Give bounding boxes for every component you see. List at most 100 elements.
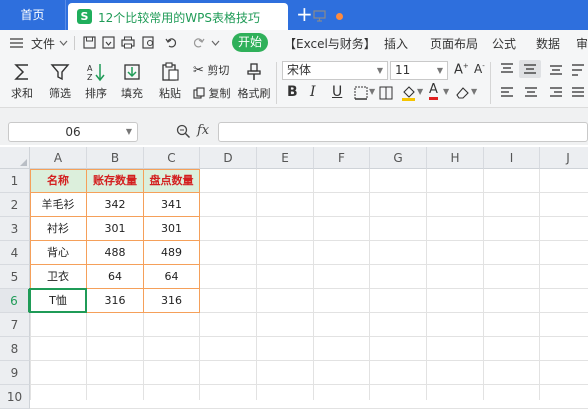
column-header[interactable]: J xyxy=(540,147,588,169)
chevron-down-icon[interactable]: ▼ xyxy=(471,87,477,96)
new-tab-button[interactable]: + xyxy=(296,4,313,24)
sort-az-icon: AZ xyxy=(87,64,105,82)
column-header[interactable]: H xyxy=(427,147,484,169)
font-name-select[interactable]: 宋体 ▼ xyxy=(282,61,388,80)
spreadsheet-grid[interactable]: A B C D E F G H I J 1 2 3 4 5 6 7 8 9 10 名称 账存数量 盘点数量 羊毛衫 342 341… xyxy=(0,147,588,409)
font-size-value: 11 xyxy=(395,63,411,77)
toolbar-divider xyxy=(490,62,491,104)
underline-button[interactable]: U xyxy=(332,84,342,100)
wrap-text-icon[interactable] xyxy=(570,62,586,76)
zoom-search-icon[interactable] xyxy=(176,124,191,139)
italic-button[interactable]: I xyxy=(310,84,316,100)
table-border-line xyxy=(30,192,200,193)
table-border-line xyxy=(30,216,200,217)
formula-bar: 06 ▼ fx xyxy=(0,119,588,145)
tab-excel-finance[interactable]: 【Excel与财务】 xyxy=(284,35,376,52)
align-middle-button[interactable] xyxy=(519,60,541,78)
align-top-icon[interactable] xyxy=(499,62,515,76)
chevron-down-icon[interactable]: ▼ xyxy=(443,87,449,96)
font-color-icon[interactable]: A xyxy=(429,83,438,100)
formula-input[interactable] xyxy=(218,122,588,142)
row-header[interactable]: 6 xyxy=(0,289,30,313)
undo-icon[interactable] xyxy=(165,36,178,49)
print-icon[interactable] xyxy=(121,36,135,49)
font-size-select[interactable]: 11 ▼ xyxy=(390,61,448,80)
increase-font-icon[interactable]: A+ xyxy=(454,62,469,77)
cut-button[interactable]: ✂ 剪切 xyxy=(193,62,233,78)
name-box-value: 06 xyxy=(65,125,81,139)
chevron-down-icon: ▼ xyxy=(376,66,383,75)
row-header[interactable]: 9 xyxy=(0,361,30,385)
tab-formula[interactable]: 公式 xyxy=(492,35,516,52)
column-header[interactable]: F xyxy=(314,147,370,169)
paintbrush-icon xyxy=(247,63,261,80)
align-right-icon[interactable] xyxy=(548,86,564,100)
toolbar-divider xyxy=(276,62,277,104)
row-header[interactable]: 3 xyxy=(0,217,30,241)
table-border-line xyxy=(30,264,200,265)
row-header[interactable]: 10 xyxy=(0,385,30,409)
justify-icon[interactable] xyxy=(570,86,586,100)
filter-label: 筛选 xyxy=(49,87,71,100)
select-all-icon xyxy=(20,159,27,166)
copy-label: 复制 xyxy=(208,87,231,100)
tab-page-layout[interactable]: 页面布局 xyxy=(430,35,478,52)
column-header[interactable]: A xyxy=(30,147,87,169)
name-box[interactable]: 06 ▼ xyxy=(8,122,138,142)
copy-button[interactable]: 复制 xyxy=(193,85,233,101)
merge-cells-icon[interactable] xyxy=(379,86,393,100)
sort-button[interactable]: AZ 排序 xyxy=(79,62,113,101)
column-header[interactable]: I xyxy=(484,147,540,169)
bold-button[interactable]: B xyxy=(287,84,298,100)
row-header[interactable]: 7 xyxy=(0,313,30,337)
tab-review[interactable]: 审 xyxy=(576,35,588,52)
sigma-icon xyxy=(14,64,28,80)
row-header[interactable]: 2 xyxy=(0,193,30,217)
chevron-down-icon[interactable]: ▼ xyxy=(417,87,423,96)
quick-access-dropdown-icon[interactable] xyxy=(211,40,220,46)
tab-home[interactable]: 首页 xyxy=(0,0,66,30)
export-icon[interactable] xyxy=(102,36,115,49)
tab-bar: 首页 S 12个比较常用的WPS表格技巧 + xyxy=(0,0,588,30)
menu-bar: 文件 开始 【Excel与财务】 插入 页面布局 公式 数据 审 xyxy=(0,30,588,56)
column-header[interactable]: B xyxy=(87,147,144,169)
column-header[interactable]: C xyxy=(144,147,200,169)
align-middle-icon xyxy=(524,64,536,74)
save-icon[interactable] xyxy=(83,36,96,49)
redo-icon[interactable] xyxy=(192,36,205,49)
decrease-font-icon[interactable]: A- xyxy=(474,62,485,76)
align-center-icon[interactable] xyxy=(523,86,539,100)
column-header[interactable]: D xyxy=(200,147,257,169)
gridline-horizontal xyxy=(30,336,588,337)
tab-document[interactable]: S 12个比较常用的WPS表格技巧 xyxy=(68,3,343,30)
chevron-down-icon[interactable] xyxy=(59,40,68,46)
hamburger-icon[interactable] xyxy=(10,38,23,48)
column-header[interactable]: G xyxy=(370,147,427,169)
row-header[interactable]: 1 xyxy=(0,169,30,193)
select-all-corner[interactable] xyxy=(0,147,30,169)
menu-file[interactable]: 文件 xyxy=(31,35,55,52)
filter-button[interactable]: 筛选 xyxy=(43,62,77,101)
fill-button[interactable]: 填充 xyxy=(115,62,149,101)
print-preview-icon[interactable] xyxy=(142,36,156,49)
monitor-icon[interactable] xyxy=(313,10,326,22)
insert-function-button[interactable]: fx xyxy=(197,123,209,138)
tab-insert[interactable]: 插入 xyxy=(384,35,408,52)
row-header[interactable]: 8 xyxy=(0,337,30,361)
column-header[interactable]: E xyxy=(257,147,314,169)
paste-button[interactable]: 粘贴 xyxy=(153,62,187,101)
tab-start[interactable]: 开始 xyxy=(232,33,268,52)
sum-button[interactable]: 求和 xyxy=(7,62,37,101)
gridline-vertical xyxy=(539,169,540,400)
align-bottom-icon[interactable] xyxy=(548,62,564,76)
eraser-icon[interactable] xyxy=(455,86,470,99)
format-painter-button[interactable]: 格式刷 xyxy=(236,62,272,101)
border-icon[interactable] xyxy=(354,86,368,100)
row-header[interactable]: 4 xyxy=(0,241,30,265)
clipboard-icon xyxy=(162,62,179,81)
tab-data[interactable]: 数据 xyxy=(536,35,560,52)
align-left-icon[interactable] xyxy=(499,86,515,100)
fill-color-icon[interactable] xyxy=(401,85,416,101)
row-header[interactable]: 5 xyxy=(0,265,30,289)
chevron-down-icon[interactable]: ▼ xyxy=(369,87,375,96)
